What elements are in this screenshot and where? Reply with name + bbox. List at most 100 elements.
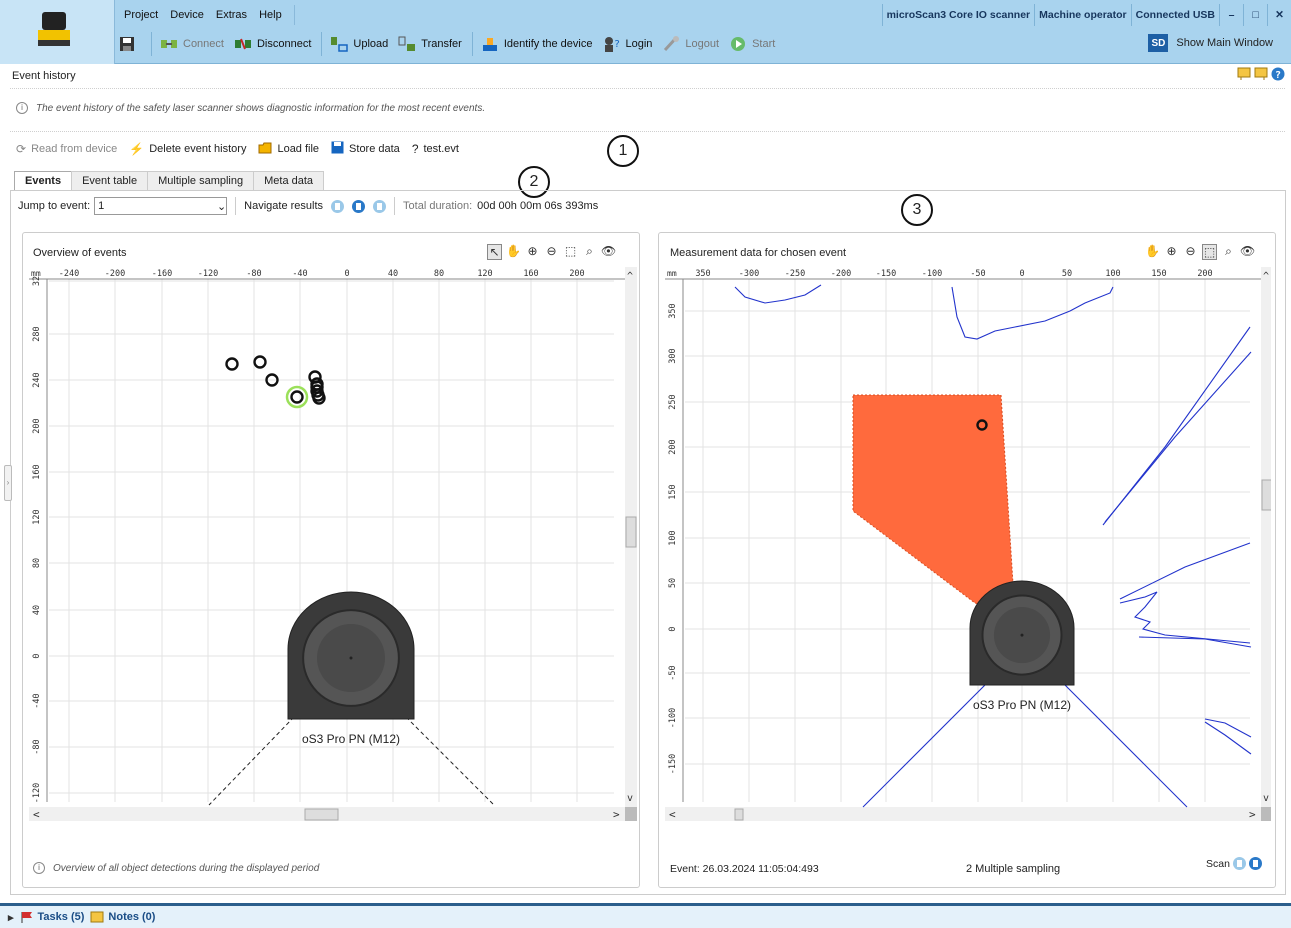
menu-bar: Project Device Extras Help [118,4,295,26]
login-button[interactable]: ? Login [602,35,652,53]
scanner-logo [0,0,115,64]
play-result-button[interactable] [352,199,366,213]
event-timestamp: Event: 26.03.2024 11:05:04:493 [670,863,819,875]
y-tick-label: 250 [668,394,678,409]
scroll-up-arrow: ^ [1263,271,1269,282]
export-icon[interactable] [1237,67,1251,81]
x-tick-label: -300 [739,269,759,279]
page-info-text: The event history of the safety laser sc… [36,102,486,114]
show-main-window-label: Show Main Window [1176,37,1273,49]
main-toolbar: Connect Disconnect Upload Transfer Ident… [118,30,785,58]
upload-label: Upload [353,38,389,50]
info-icon: i [16,102,28,114]
y-tick-label: 160 [32,464,42,479]
read-from-device-button[interactable]: ⟳ Read from device [16,142,117,156]
expand-icon[interactable]: ▸ [8,911,14,924]
divider [394,197,396,215]
notes-label: Notes (0) [108,911,156,923]
connect-button[interactable]: Connect [160,35,224,53]
upload-button[interactable]: Upload [330,35,388,53]
jump-to-event-select[interactable]: 1 ⌄ [94,197,228,215]
zoom-out-icon[interactable]: ⊖ [1183,244,1198,260]
disconnect-button[interactable]: Disconnect [234,35,311,53]
pointer-icon[interactable]: ↖ [487,244,502,260]
minimize-button[interactable]: – [1219,4,1243,26]
disk-icon [331,141,344,157]
save-button[interactable] [118,35,141,53]
x-tick-label: 160 [523,269,538,279]
zoom-fit-icon[interactable]: ⬚ [563,244,578,260]
show-main-window-button[interactable]: SD Show Main Window [1148,34,1273,52]
zoom-in-icon[interactable]: ⊕ [525,244,540,260]
menu-device[interactable]: Device [164,9,210,21]
page-icons: ? [1237,67,1285,81]
y-tick-label: -100 [668,708,678,728]
overview-info-text: Overview of all object detections during… [53,862,320,874]
toolbar-divider [151,32,152,56]
identify-device-button[interactable]: Identify the device [481,35,593,53]
overview-plot[interactable]: mm -240 -200 -160 -120 -80 -40 0 40 80 120 160 20032… [29,267,637,822]
tasks-button[interactable]: Tasks (5) [20,911,84,923]
scanner-device-icon [969,580,1075,686]
x-tick-label: 0 [1019,269,1024,279]
scan-previous-button[interactable] [1232,857,1246,870]
tab-bar: Events Event table Multiple sampling Met… [14,171,325,191]
side-panel-handle[interactable]: › [4,465,12,501]
x-tick-label: 40 [388,269,398,279]
tab-event-table[interactable]: Event table [71,171,149,190]
lightning-icon: ⚡ [129,142,145,156]
store-data-button[interactable]: Store data [331,141,400,157]
visibility-icon[interactable]: 👁 [601,244,616,260]
visibility-icon[interactable]: 👁 [1240,244,1255,260]
menu-help[interactable]: Help [253,9,288,21]
measurement-tools: ✋ ⊕ ⊖ ⬚ ⌕ 👁 [1145,244,1255,260]
connect-icon [160,35,178,53]
logout-button[interactable]: Logout [662,35,719,53]
zoom-area-icon[interactable]: ⌕ [582,244,597,260]
zoom-area-icon[interactable]: ⌕ [1221,244,1236,260]
measurement-plot[interactable]: mm 350 -300 -250 -200 -150 -100 -50 0 50 100 150 200… [665,267,1271,822]
stop-result-button[interactable] [373,199,387,213]
y-tick-label: 280 [32,326,42,341]
menu-divider [293,5,295,25]
import-icon[interactable] [1254,67,1268,81]
hand-icon[interactable]: ✋ [1145,244,1160,260]
y-tick-label: 80 [32,558,42,568]
zoom-in-icon[interactable]: ⊕ [1164,244,1179,260]
x-tick-label: 0 [344,269,349,279]
close-button[interactable]: ✕ [1267,4,1291,26]
delete-event-history-button[interactable]: ⚡ Delete event history [129,142,246,156]
notes-button[interactable]: Notes (0) [90,911,155,923]
zoom-out-icon[interactable]: ⊖ [544,244,559,260]
scan-label: Scan [1206,857,1230,870]
menu-project[interactable]: Project [118,9,164,21]
horizontal-scroll-thumb [734,808,744,821]
duration-value: 00d 00h 00m 06s 393ms [477,200,599,212]
question-icon: ? [411,142,419,156]
tab-events[interactable]: Events [14,171,73,191]
zoom-fit-icon[interactable]: ⬚ [1202,244,1217,260]
identify-label: Identify the device [503,38,593,50]
start-label: Start [752,38,776,50]
menu-extras[interactable]: Extras [210,9,253,21]
scan-next-button[interactable] [1248,857,1262,870]
flag-icon [21,912,32,923]
y-tick-label: 100 [668,530,678,545]
help-icon[interactable]: ? [1271,67,1285,81]
tab-meta-data[interactable]: Meta data [253,171,325,190]
y-tick-label: -150 [668,754,678,774]
y-tick-label: 0 [668,626,678,631]
store-label: Store data [349,143,400,155]
transfer-button[interactable]: Transfer [398,35,462,53]
user-level: Machine operator [1034,4,1131,26]
hand-icon[interactable]: ✋ [506,244,521,260]
info-icon: i [33,862,45,874]
tab-multiple-sampling[interactable]: Multiple sampling [147,171,255,190]
previous-result-button[interactable] [331,199,345,213]
main-window-icon: SD [1148,34,1169,52]
start-button[interactable]: Start [729,35,775,53]
toolbar-divider [471,32,473,56]
load-file-button[interactable]: Load file [258,142,319,157]
maximize-button[interactable]: □ [1243,4,1267,26]
load-label: Load file [277,143,320,155]
